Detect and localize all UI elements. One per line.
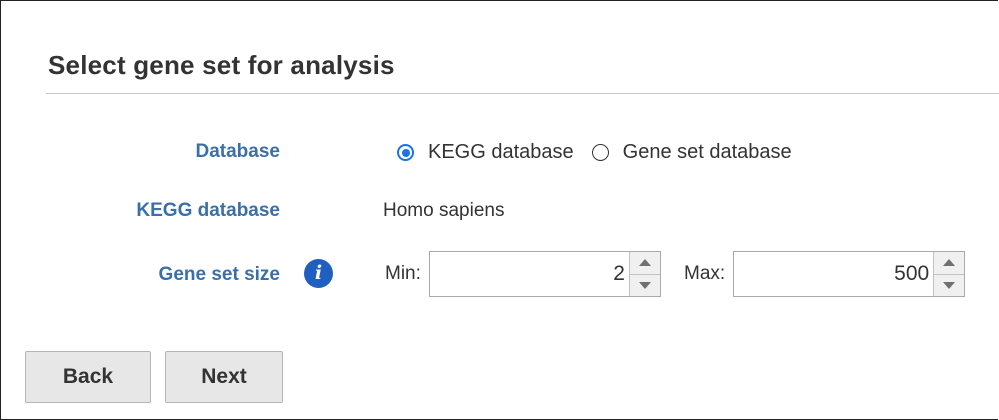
title-divider [46,93,999,94]
min-field-group: Min: [385,251,661,297]
kegg-database-radio[interactable] [397,144,414,161]
max-stepper-buttons [933,252,965,296]
max-field-group: Max: [684,251,966,297]
gene-set-size-label: Gene set size [158,264,280,285]
max-increment-button[interactable] [934,252,965,274]
chevron-down-icon [943,281,956,289]
kegg-database-label: KEGG database [136,200,280,221]
database-radio-group: KEGG database Gene set database [397,141,810,164]
gene-set-database-radio-label[interactable]: Gene set database [623,141,792,164]
next-button[interactable]: Next [165,351,283,403]
page-title: Select gene set for analysis [48,50,395,80]
gene-set-database-radio[interactable] [591,144,609,161]
max-decrement-button[interactable] [934,273,965,296]
kegg-database-value: Homo sapiens [383,200,505,221]
min-increment-button[interactable] [629,252,660,274]
min-stepper [428,251,661,297]
max-stepper [733,251,966,297]
chevron-down-icon [638,281,651,289]
max-input[interactable] [734,252,934,296]
min-stepper-buttons [628,252,660,296]
max-label: Max: [684,263,726,284]
kegg-database-radio-label[interactable]: KEGG database [428,141,574,164]
min-input[interactable] [429,252,629,296]
info-icon[interactable]: i [304,259,333,288]
chevron-up-icon [638,259,651,267]
chevron-up-icon [943,259,956,267]
min-decrement-button[interactable] [629,273,660,296]
min-label: Min: [385,263,421,284]
database-label: Database [195,141,281,162]
back-button[interactable]: Back [25,351,151,403]
